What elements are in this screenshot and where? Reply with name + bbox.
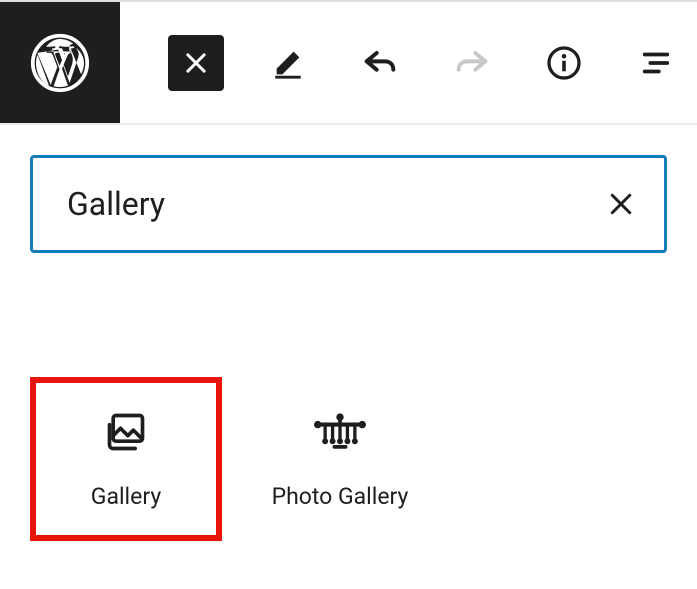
photo-gallery-icon [314, 409, 366, 455]
block-search-field[interactable] [30, 155, 667, 253]
info-icon [546, 45, 582, 81]
block-label: Gallery [91, 483, 161, 510]
block-label: Photo Gallery [272, 483, 409, 510]
undo-button[interactable] [352, 35, 408, 91]
pencil-icon [271, 46, 305, 80]
list-icon [639, 46, 673, 80]
gallery-icon [104, 409, 148, 455]
toolbar-buttons [120, 35, 684, 91]
close-inserter-button[interactable] [168, 35, 224, 91]
outline-button[interactable] [628, 35, 684, 91]
search-input[interactable] [67, 185, 522, 223]
wordpress-icon [28, 31, 92, 95]
undo-icon [360, 43, 400, 83]
redo-button[interactable] [444, 35, 500, 91]
editor-toolbar [0, 0, 697, 125]
edit-button[interactable] [260, 35, 316, 91]
wordpress-logo-button[interactable] [0, 2, 120, 123]
block-search-area [0, 125, 697, 253]
clear-search-button[interactable] [606, 189, 636, 219]
block-option-photo-gallery[interactable]: Photo Gallery [250, 383, 430, 535]
close-icon [182, 49, 210, 77]
info-button[interactable] [536, 35, 592, 91]
block-option-gallery[interactable]: Gallery [36, 383, 216, 535]
close-icon [606, 189, 636, 219]
block-results: Gallery Photo Gallery [0, 253, 697, 535]
redo-icon [452, 43, 492, 83]
